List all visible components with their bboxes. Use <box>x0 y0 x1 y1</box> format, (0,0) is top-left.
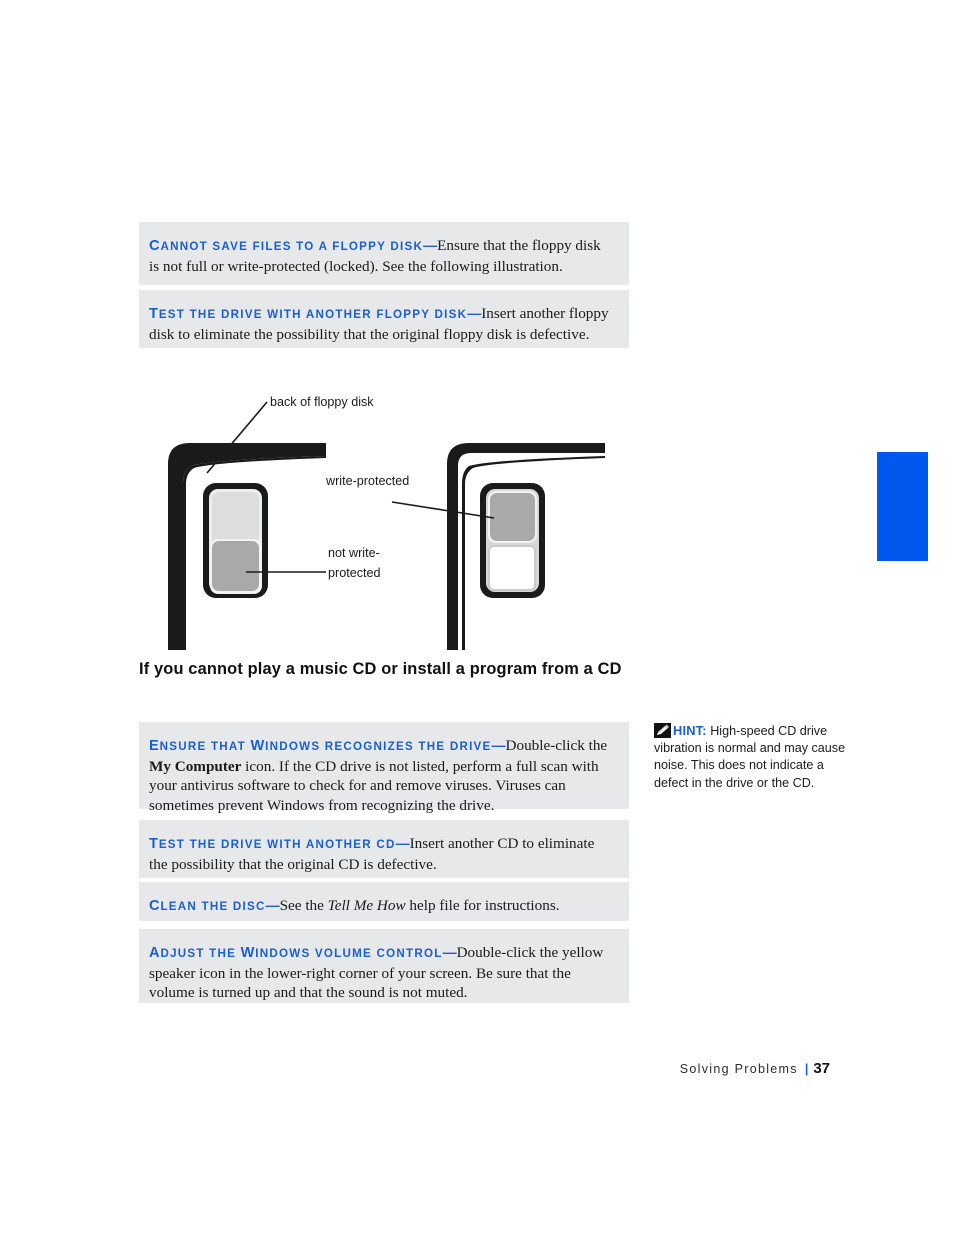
tip-lead-rest-b: INDOWS RECOGNIZES THE DRIVE <box>265 740 492 753</box>
tip-lead-initial: C <box>149 898 161 914</box>
tip-lead-cap-w: W <box>250 738 266 754</box>
hint-text-block: HINT: High-speed CD drive vibration is n… <box>654 722 850 792</box>
tip-lead-rest: EST THE DRIVE WITH ANOTHER CD <box>158 838 396 851</box>
tip-lead-initial: T <box>149 836 159 852</box>
tip-lead-dash: — <box>423 237 438 253</box>
tip-lead-cap-w: W <box>240 945 256 961</box>
tip-lead-initial: E <box>149 738 160 754</box>
tip-box-test-drive-another-floppy: TEST THE DRIVE WITH ANOTHER FLOPPY DISK—… <box>139 290 629 348</box>
tip-body-part1: See the <box>279 897 328 914</box>
tip-lead-in: ENSURE THAT WINDOWS RECOGNIZES THE DRIVE… <box>149 737 506 754</box>
tip-lead-rest: LEAN THE DISC <box>160 900 266 913</box>
hint-panel: HINT: High-speed CD drive vibration is n… <box>654 722 850 792</box>
tip-box-ensure-windows-recognizes-drive: ENSURE THAT WINDOWS RECOGNIZES THE DRIVE… <box>139 722 629 814</box>
section-heading-cd: If you cannot play a music CD or install… <box>139 660 622 678</box>
figure-label-not-write-protected-line2: protected <box>328 566 381 580</box>
tip-paragraph: ENSURE THAT WINDOWS RECOGNIZES THE DRIVE… <box>149 736 613 815</box>
tip-lead-dash: — <box>265 897 280 913</box>
hint-label: HINT: <box>673 723 707 738</box>
tip-body-part1: Double-click the <box>505 737 608 754</box>
tip-paragraph: TEST THE DRIVE WITH ANOTHER FLOPPY DISK—… <box>149 304 613 344</box>
figure-label-write-protected: write-protected <box>325 474 409 488</box>
figure-label-not-write-protected-line1: not write- <box>328 546 380 560</box>
tip-lead-rest: ANNOT SAVE FILES TO A FLOPPY DISK <box>160 240 424 253</box>
tip-box-cannot-save-files: CANNOT SAVE FILES TO A FLOPPY DISK—Ensur… <box>139 222 629 285</box>
tip-box-clean-the-disc: CLEAN THE DISC—See the Tell Me How help … <box>139 882 629 921</box>
tip-lead-dash: — <box>442 944 457 960</box>
tip-lead-initial: C <box>149 238 161 254</box>
tip-box-adjust-windows-volume-control: ADJUST THE WINDOWS VOLUME CONTROL—Double… <box>139 929 629 1003</box>
right-floppy-write-protect-window <box>480 483 545 598</box>
tip-lead-dash: — <box>491 737 506 753</box>
tip-paragraph: TEST THE DRIVE WITH ANOTHER CD—Insert an… <box>149 834 613 874</box>
footer-separator: | <box>804 1062 809 1076</box>
tip-paragraph: CLEAN THE DISC—See the Tell Me How help … <box>149 896 613 917</box>
figure-label-back-of-disk: back of floppy disk <box>270 395 374 409</box>
tip-body-part2: help file for instructions. <box>405 897 560 914</box>
left-floppy-write-protect-window <box>203 483 268 598</box>
tip-lead-rest-a: DJUST THE <box>160 947 241 960</box>
tip-lead-initial: A <box>149 945 161 961</box>
tip-lead-in: CANNOT SAVE FILES TO A FLOPPY DISK— <box>149 237 438 254</box>
leader-write-protected <box>391 501 495 519</box>
tip-body-italic: Tell Me How <box>327 897 406 914</box>
document-page: CANNOT SAVE FILES TO A FLOPPY DISK—Ensur… <box>0 0 954 1235</box>
tip-lead-in: CLEAN THE DISC— <box>149 897 280 914</box>
tip-lead-dash: — <box>395 835 410 851</box>
tip-lead-dash: — <box>467 305 482 321</box>
tip-body-bold: My Computer <box>149 757 242 775</box>
tip-paragraph: ADJUST THE WINDOWS VOLUME CONTROL—Double… <box>149 943 613 1003</box>
tip-paragraph: CANNOT SAVE FILES TO A FLOPPY DISK—Ensur… <box>149 236 613 276</box>
floppy-write-protect-figure: back of floppy disk write-protected not … <box>150 380 630 650</box>
tip-lead-in: TEST THE DRIVE WITH ANOTHER FLOPPY DISK— <box>149 305 482 322</box>
footer-section-name: Solving Problems <box>679 1062 798 1076</box>
chapter-edge-tab <box>877 452 928 561</box>
tip-lead-in: ADJUST THE WINDOWS VOLUME CONTROL— <box>149 944 457 961</box>
page-footer: Solving Problems | 37 <box>430 1060 830 1077</box>
pencil-note-icon <box>654 723 671 738</box>
tip-lead-in: TEST THE DRIVE WITH ANOTHER CD— <box>149 835 410 852</box>
footer-page-number: 37 <box>813 1060 830 1077</box>
tip-lead-initial: T <box>149 306 159 322</box>
tip-box-test-drive-another-cd: TEST THE DRIVE WITH ANOTHER CD—Insert an… <box>139 820 629 878</box>
tip-lead-rest-b: INDOWS VOLUME CONTROL <box>255 947 443 960</box>
tip-lead-rest: EST THE DRIVE WITH ANOTHER FLOPPY DISK <box>158 308 468 321</box>
tip-lead-rest-a: NSURE THAT <box>159 740 251 753</box>
